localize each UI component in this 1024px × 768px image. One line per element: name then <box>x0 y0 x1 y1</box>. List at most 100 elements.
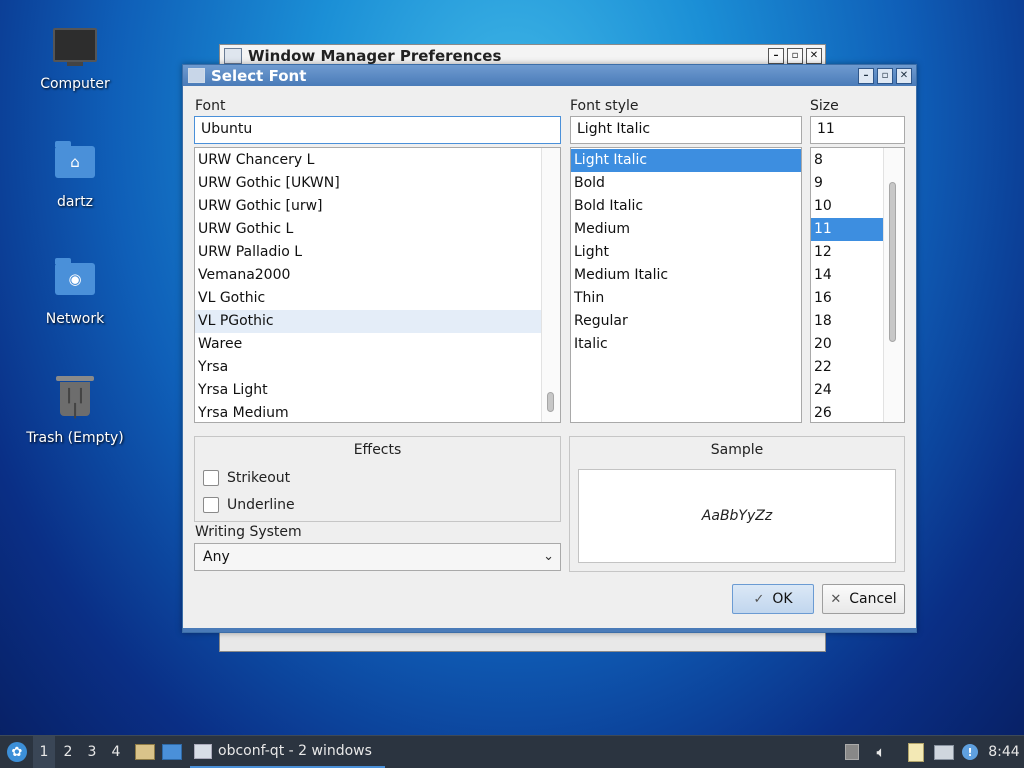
font-size-item[interactable]: 9 <box>811 172 884 195</box>
desktop-switch-2[interactable]: 2 <box>57 736 79 768</box>
font-style-item[interactable]: Medium <box>571 218 801 241</box>
close-button[interactable]: ✕ <box>806 48 822 64</box>
font-size-item[interactable]: 22 <box>811 356 884 379</box>
desktop-icon-computer[interactable]: Computer <box>20 22 130 92</box>
window-title: Window Manager Preferences <box>248 47 502 65</box>
size-list-scrollbar-thumb[interactable] <box>889 182 896 342</box>
desktop-icon-network[interactable]: ◉ Network <box>20 255 130 327</box>
underline-checkbox[interactable] <box>203 497 219 513</box>
font-list-item[interactable]: URW Chancery L <box>195 149 542 172</box>
font-style-item[interactable]: Light Italic <box>571 149 801 172</box>
strikeout-checkbox[interactable] <box>203 470 219 486</box>
font-style-list[interactable]: Light Italic Bold Bold Italic Medium Light Me… <box>570 147 802 423</box>
dialog-bottom-border <box>183 628 916 632</box>
font-family-list[interactable]: URW Chancery L URW Gothic [UKWN] URW Gothi… <box>194 147 561 423</box>
size-list-scrollbar[interactable] <box>883 148 904 422</box>
font-list-item[interactable]: Vemana2000 <box>195 264 542 287</box>
show-desktop-button[interactable] <box>160 736 184 768</box>
font-size-item[interactable]: 18 <box>811 310 884 333</box>
file-manager-launcher[interactable] <box>134 736 156 768</box>
volume-button[interactable]: 🔈︎ <box>870 736 892 768</box>
font-list-item[interactable]: VL Gothic <box>195 287 542 310</box>
ok-label: OK <box>772 591 793 607</box>
desktop-switch-1[interactable]: 1 <box>33 736 55 768</box>
font-list-item[interactable]: Yrsa Medium <box>195 402 542 422</box>
tray-arrow-up[interactable] <box>842 736 862 768</box>
font-list-scrollbar-thumb[interactable] <box>547 392 554 412</box>
font-list-item[interactable]: URW Gothic [UKWN] <box>195 172 542 195</box>
font-list-item[interactable]: VL PGothic <box>195 310 542 333</box>
ok-button[interactable]: ✓ OK <box>732 584 814 614</box>
font-size-list[interactable]: 8 9 10 11 12 14 16 18 20 22 24 26 <box>810 147 905 423</box>
maximize-button[interactable]: ▫ <box>787 48 803 64</box>
eject-icon <box>845 744 859 760</box>
volume-icon: 🔈︎ <box>876 743 886 761</box>
minimize-button[interactable]: – <box>768 48 784 64</box>
window-app-icon <box>224 48 242 64</box>
font-list-item[interactable]: Waree <box>195 333 542 356</box>
font-list-item[interactable]: Yrsa Light <box>195 379 542 402</box>
font-size-item[interactable]: 10 <box>811 195 884 218</box>
desktop-icon-label: Computer <box>40 76 110 92</box>
font-style-item[interactable]: Light <box>571 241 801 264</box>
desktop-icon-trash[interactable]: Trash (Empty) <box>20 372 130 446</box>
network-status-button[interactable] <box>932 736 956 768</box>
font-size-item[interactable]: 20 <box>811 333 884 356</box>
close-button[interactable]: ✕ <box>896 67 912 84</box>
app-menu-icon: ✿ <box>7 742 27 762</box>
font-size-input[interactable]: 11 <box>810 116 905 144</box>
strikeout-checkbox-row[interactable]: Strikeout <box>203 470 290 486</box>
font-style-item[interactable]: Medium Italic <box>571 264 801 287</box>
clipboard-button[interactable] <box>904 736 928 768</box>
font-list-item[interactable]: URW Gothic L <box>195 218 542 241</box>
checkmark-icon: ✓ <box>753 591 765 607</box>
font-size-item[interactable]: 12 <box>811 241 884 264</box>
clipboard-icon <box>908 742 924 762</box>
font-list-item[interactable]: URW Gothic [urw] <box>195 195 542 218</box>
network-folder-icon: ◉ <box>53 258 97 307</box>
font-style-item[interactable]: Regular <box>571 310 801 333</box>
font-size-item[interactable]: 16 <box>811 287 884 310</box>
font-size-item[interactable]: 26 <box>811 402 884 422</box>
font-style-input[interactable]: Light Italic <box>570 116 802 144</box>
writing-system-label: Writing System <box>195 524 302 540</box>
start-menu-button[interactable]: ✿ <box>4 736 30 768</box>
cancel-label: Cancel <box>849 591 897 607</box>
font-size-item[interactable]: 24 <box>811 379 884 402</box>
clock[interactable]: 8:44 <box>984 736 1024 768</box>
underline-checkbox-row[interactable]: Underline <box>203 497 295 513</box>
font-style-item[interactable]: Bold <box>571 172 801 195</box>
taskbar: ✿ 1234 obconf-qt - 2 windows 🔈︎ ! 8:44 <box>0 735 1024 768</box>
font-list-item[interactable]: URW Palladio L <box>195 241 542 264</box>
home-folder-icon: ⌂ <box>53 141 97 190</box>
writing-system-value: Any <box>203 549 230 565</box>
sample-text: AaBbYyZz <box>701 508 773 524</box>
desktop-icon-home[interactable]: ⌂ dartz <box>20 138 130 210</box>
font-style-item[interactable]: Bold Italic <box>571 195 801 218</box>
window-icon <box>194 743 212 759</box>
task-button-obconf[interactable]: obconf-qt - 2 windows <box>190 736 385 768</box>
desktop-switch-3[interactable]: 3 <box>81 736 103 768</box>
network-wired-icon <box>934 744 954 760</box>
font-size-item[interactable]: 14 <box>811 264 884 287</box>
cancel-button[interactable]: ✕ Cancel <box>822 584 905 614</box>
desktop-icon-label: dartz <box>56 194 94 210</box>
notification-icon: ! <box>962 744 978 760</box>
minimize-button[interactable]: – <box>858 67 874 84</box>
font-name-input[interactable]: Ubuntu <box>194 116 561 144</box>
font-size-item[interactable]: 11 <box>811 218 884 241</box>
maximize-button[interactable]: ▫ <box>877 67 893 84</box>
font-size-item[interactable]: 8 <box>811 149 884 172</box>
strikeout-label: Strikeout <box>227 470 291 486</box>
font-list-item[interactable]: Yrsa <box>195 356 542 379</box>
font-style-item[interactable]: Thin <box>571 287 801 310</box>
writing-system-select[interactable]: Any ⌄ <box>194 543 561 571</box>
font-style-item[interactable]: Italic <box>571 333 801 356</box>
font-list-scrollbar[interactable] <box>541 148 560 422</box>
size-label: Size <box>810 98 839 114</box>
notification-button[interactable]: ! <box>958 736 982 768</box>
file-manager-icon <box>135 744 155 760</box>
dialog-titlebar[interactable]: Select Font – ▫ ✕ <box>183 65 916 86</box>
desktop-icon-label: Trash (Empty) <box>26 430 124 446</box>
desktop-switch-4[interactable]: 4 <box>105 736 127 768</box>
